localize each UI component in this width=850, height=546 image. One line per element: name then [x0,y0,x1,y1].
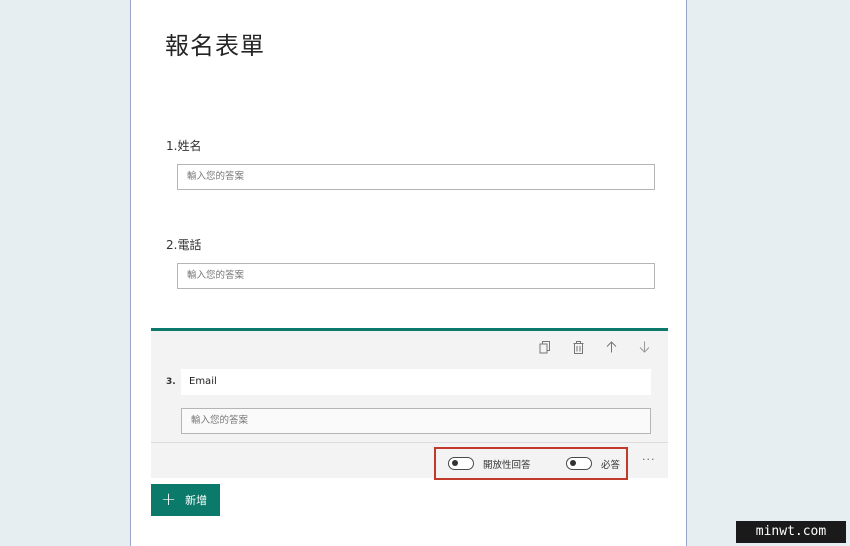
question-1-answer-input[interactable]: 輸入您的答案 [177,164,655,190]
copy-icon[interactable] [538,340,552,354]
add-question-button[interactable]: + 新增 [151,484,220,516]
arrow-down-icon[interactable] [637,340,651,354]
form-title[interactable]: 報名表單 [165,26,265,61]
open-answer-toggle[interactable] [448,457,474,470]
question-2-answer-input[interactable]: 輸入您的答案 [177,263,655,289]
question-2-label: 2.電話 [166,238,202,252]
add-button-label: 新增 [185,494,208,507]
question-3-answer-input[interactable]: 輸入您的答案 [181,408,651,434]
required-label: 必答 [601,460,621,471]
open-answer-label: 開放性回答 [483,460,531,471]
question-3-number: 3. [166,377,176,387]
question-options-row: 開放性回答 必答 ··· [151,442,668,481]
question-3-title-input[interactable]: Email [181,369,651,395]
plus-icon: + [161,489,177,510]
arrow-up-icon[interactable] [604,340,618,354]
toggle-knob [570,460,576,466]
required-toggle[interactable] [566,457,592,470]
active-question-editor[interactable]: 3. Email 輸入您的答案 開放性回答 必答 ··· [151,328,668,481]
toggle-knob [452,460,458,466]
question-1-label: 1.姓名 [166,139,202,153]
trash-icon[interactable] [571,340,585,354]
watermark: minwt.com [736,521,846,543]
form-card: 報名表單 1.姓名 輸入您的答案 2.電話 輸入您的答案 3. Email 輸入… [130,0,687,546]
more-options-icon[interactable]: ··· [642,453,656,466]
